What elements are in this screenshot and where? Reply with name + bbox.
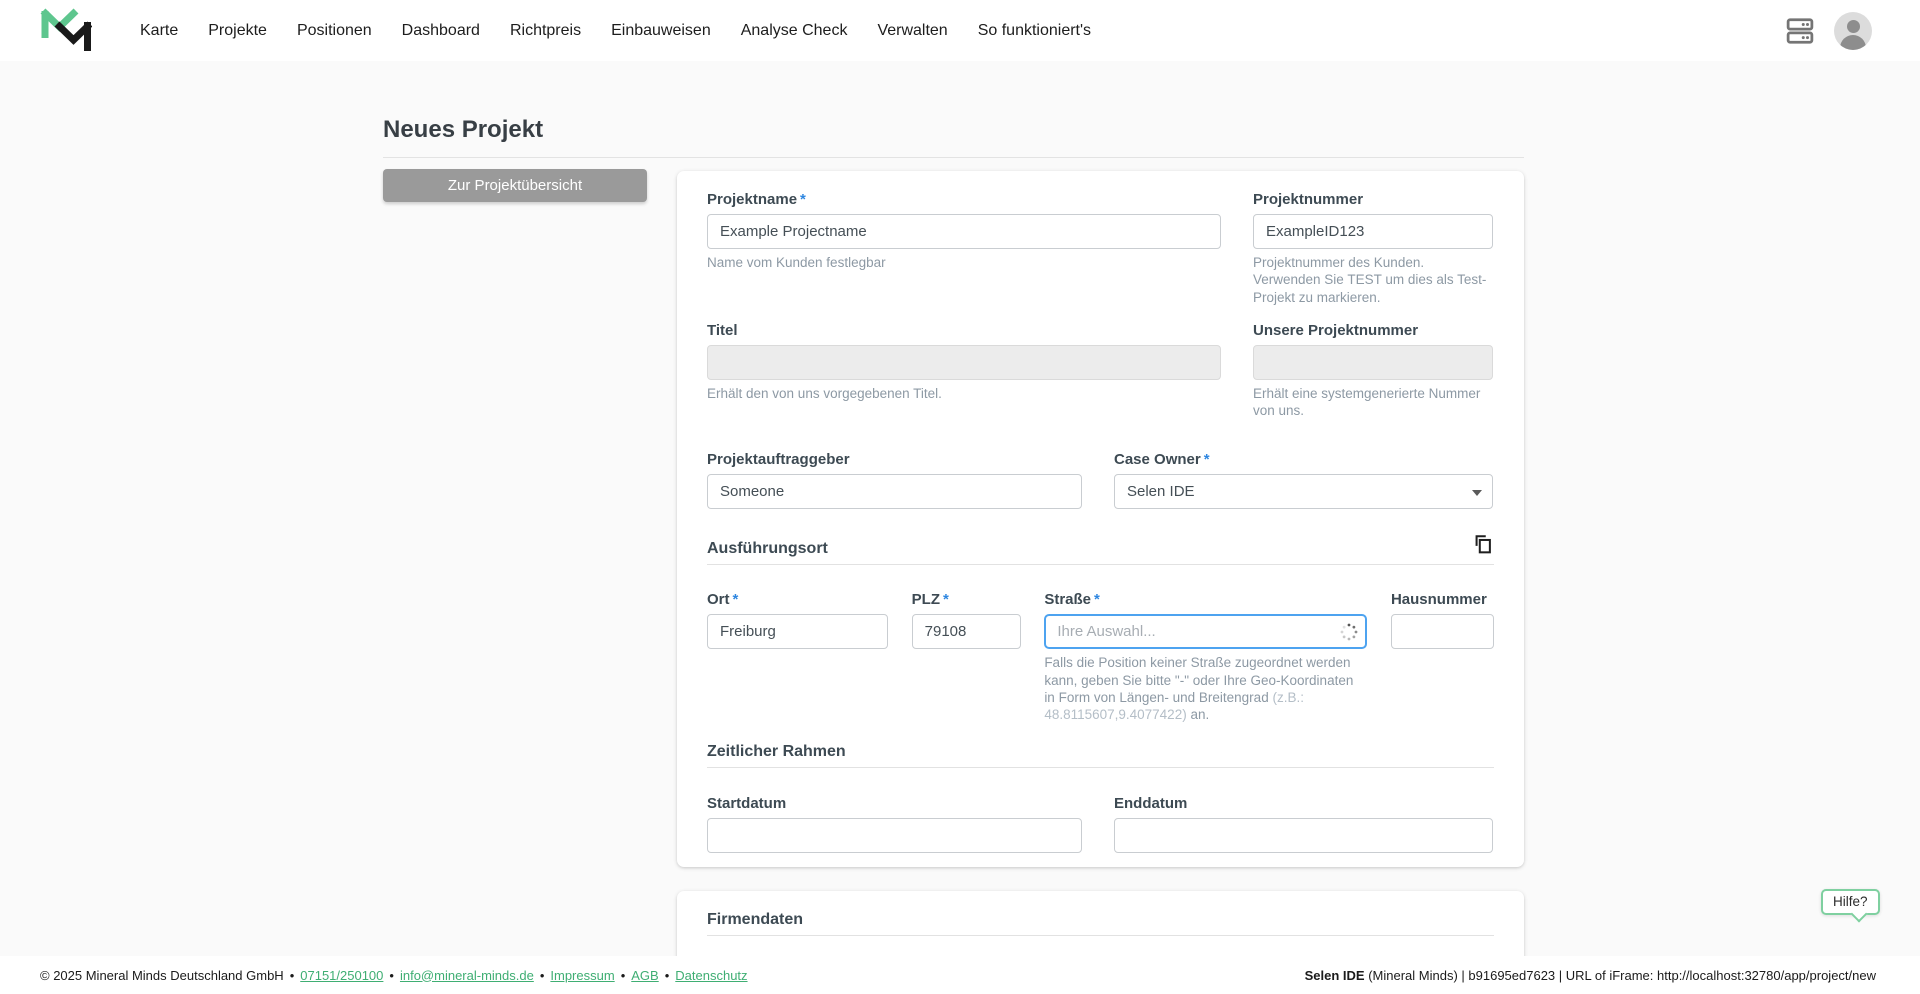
case-owner-value: Selen IDE — [1127, 483, 1195, 500]
main-nav: Karte Projekte Positionen Dashboard Rich… — [140, 22, 1784, 40]
row-titel-nummer: Titel Erhält den von uns vorgegebenen Ti… — [707, 322, 1494, 420]
nav-item-projekte[interactable]: Projekte — [208, 22, 267, 40]
field-enddatum: Enddatum — [1114, 795, 1493, 853]
row-auftraggeber-owner: Projektauftraggeber Case Owner* Selen ID… — [707, 451, 1494, 509]
user-avatar[interactable] — [1834, 12, 1872, 50]
enddatum-input[interactable] — [1114, 818, 1493, 853]
titel-label: Titel — [707, 322, 1221, 339]
loading-spinner-icon — [1340, 623, 1358, 641]
footer-link-datenschutz[interactable]: Datenschutz — [675, 968, 747, 983]
ort-input[interactable] — [707, 614, 888, 649]
projektname-label: Projektname — [707, 191, 797, 208]
field-strasse: Straße* Falls die Position keiner Straße… — [1044, 591, 1367, 723]
footer-link-agb[interactable]: AGB — [631, 968, 658, 983]
section-zeitlicher-rahmen: Zeitlicher Rahmen — [707, 743, 1494, 768]
required-asterisk: * — [1094, 591, 1100, 608]
chevron-down-icon — [1472, 490, 1482, 496]
enddatum-label: Enddatum — [1114, 795, 1493, 812]
case-owner-select[interactable]: Selen IDE — [1114, 474, 1493, 509]
footer-left: © 2025 Mineral Minds Deutschland GmbH • … — [40, 968, 748, 983]
required-asterisk: * — [800, 191, 806, 208]
required-asterisk: * — [733, 591, 739, 608]
ort-label: Ort — [707, 591, 730, 608]
hausnummer-input[interactable] — [1391, 614, 1494, 649]
field-hausnummer: Hausnummer — [1391, 591, 1494, 723]
field-case-owner: Case Owner* Selen IDE — [1114, 451, 1493, 509]
avatar-person-icon — [1847, 20, 1860, 33]
footer-link-email[interactable]: info@mineral-minds.de — [400, 968, 534, 983]
projektnummer-input[interactable] — [1253, 214, 1493, 249]
footer-link-impressum[interactable]: Impressum — [550, 968, 614, 983]
nav-item-analyse-check[interactable]: Analyse Check — [741, 22, 848, 40]
nav-item-dashboard[interactable]: Dashboard — [402, 22, 480, 40]
hausnummer-label: Hausnummer — [1391, 591, 1494, 608]
ausfuehrungsort-title: Ausführungsort — [707, 540, 828, 558]
startdatum-label: Startdatum — [707, 795, 1082, 812]
footer-link-phone[interactable]: 07151/250100 — [300, 968, 383, 983]
projektnummer-helper: Projektnummer des Kunden. Verwenden Sie … — [1253, 254, 1493, 306]
field-unsere-projektnummer: Unsere Projektnummer Erhält eine systemg… — [1253, 322, 1493, 420]
mineral-minds-logo[interactable] — [40, 7, 92, 55]
zeitlicher-rahmen-title: Zeitlicher Rahmen — [707, 743, 846, 761]
top-navigation-bar: Karte Projekte Positionen Dashboard Rich… — [0, 0, 1920, 61]
section-ausfuehrungsort: Ausführungsort — [707, 533, 1494, 565]
section-firmendaten: Firmendaten — [707, 911, 1494, 936]
copy-icon — [1472, 533, 1494, 557]
row-dates: Startdatum Enddatum — [707, 795, 1494, 853]
titel-input — [707, 345, 1221, 380]
nav-item-einbauweisen[interactable]: Einbauweisen — [611, 22, 711, 40]
footer: © 2025 Mineral Minds Deutschland GmbH • … — [0, 956, 1920, 994]
startdatum-input[interactable] — [707, 818, 1082, 853]
nav-item-so-funktionierts[interactable]: So funktioniert's — [978, 22, 1091, 40]
strasse-input[interactable] — [1044, 614, 1367, 649]
unsere-projektnummer-label: Unsere Projektnummer — [1253, 322, 1493, 339]
field-titel: Titel Erhält den von uns vorgegebenen Ti… — [707, 322, 1221, 420]
nav-item-richtpreis[interactable]: Richtpreis — [510, 22, 581, 40]
page-title: Neues Projekt — [383, 116, 1524, 144]
field-projektname: Projektname* Name vom Kunden festlegbar — [707, 191, 1221, 306]
projektnummer-label: Projektnummer — [1253, 191, 1493, 208]
projektname-input[interactable] — [707, 214, 1221, 249]
plz-input[interactable] — [912, 614, 1021, 649]
unsere-projektnummer-helper: Erhält eine systemgenerierte Nummer von … — [1253, 385, 1493, 420]
field-startdatum: Startdatum — [707, 795, 1082, 853]
project-form-card: Projektname* Name vom Kunden festlegbar … — [677, 171, 1524, 867]
hilfe-button[interactable]: Hilfe? — [1821, 889, 1880, 915]
projektname-helper: Name vom Kunden festlegbar — [707, 254, 1221, 271]
strasse-label: Straße — [1044, 591, 1091, 608]
zur-projektuebersicht-button[interactable]: Zur Projektübersicht — [383, 169, 647, 202]
nav-item-positionen[interactable]: Positionen — [297, 22, 372, 40]
nav-item-karte[interactable]: Karte — [140, 22, 178, 40]
server-icon[interactable] — [1784, 16, 1816, 46]
row-name-number: Projektname* Name vom Kunden festlegbar … — [707, 191, 1494, 306]
page-header: Neues Projekt — [383, 116, 1524, 158]
footer-user-name: Selen IDE — [1305, 968, 1365, 983]
field-projektauftraggeber: Projektauftraggeber — [707, 451, 1082, 509]
projektauftraggeber-input[interactable] — [707, 474, 1082, 509]
projektauftraggeber-label: Projektauftraggeber — [707, 451, 1082, 468]
strasse-helper: Falls die Position keiner Straße zugeord… — [1044, 654, 1367, 723]
app-screen: Karte Projekte Positionen Dashboard Rich… — [0, 0, 1920, 994]
row-address: Ort* PLZ* Straße* Falls die — [707, 591, 1494, 723]
nav-item-verwalten[interactable]: Verwalten — [877, 22, 947, 40]
footer-session-details: (Mineral Minds) | b91695ed7623 | URL of … — [1365, 968, 1876, 983]
plz-label: PLZ — [912, 591, 940, 608]
copyright-text: © 2025 Mineral Minds Deutschland GmbH — [40, 968, 284, 983]
titel-helper: Erhält den von uns vorgegebenen Titel. — [707, 385, 1221, 402]
copy-address-button[interactable] — [1472, 533, 1494, 560]
field-projektnummer: Projektnummer Projektnummer des Kunden. … — [1253, 191, 1493, 306]
required-asterisk: * — [1204, 451, 1210, 468]
footer-session-info: Selen IDE (Mineral Minds) | b91695ed7623… — [1305, 968, 1876, 983]
header-actions — [1784, 12, 1872, 50]
required-asterisk: * — [943, 591, 949, 608]
case-owner-label: Case Owner — [1114, 451, 1201, 468]
firmendaten-title: Firmendaten — [707, 911, 803, 929]
unsere-projektnummer-input — [1253, 345, 1493, 380]
field-ort: Ort* — [707, 591, 888, 723]
field-plz: PLZ* — [912, 591, 1021, 723]
